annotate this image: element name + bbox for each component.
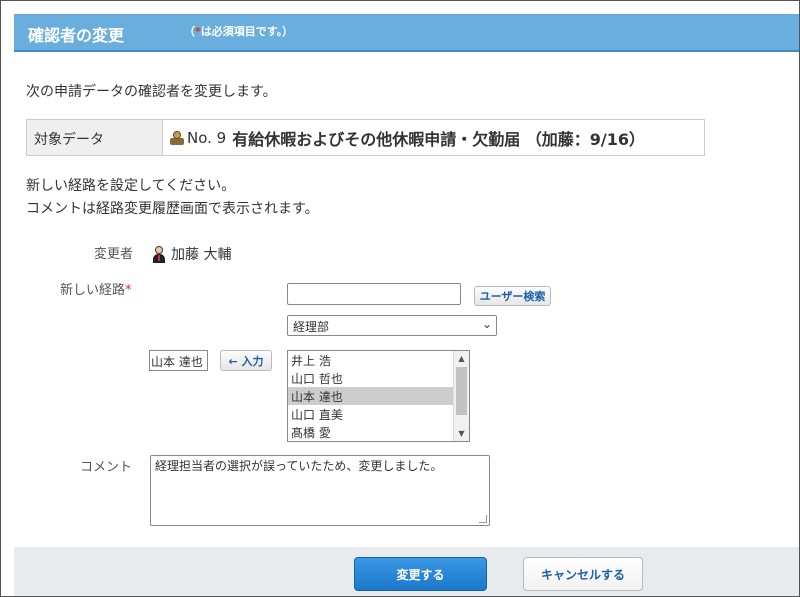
instruction-line-1: 新しい経路を設定してください。 — [26, 178, 236, 194]
cancel-button[interactable]: キャンセルする — [523, 557, 643, 591]
list-item[interactable]: 井上 浩 — [288, 351, 454, 369]
instruction-line-2: コメントは経路変更履歴画面で表示されます。 — [26, 201, 319, 217]
required-star: * — [125, 283, 132, 298]
target-data-row: 対象データ No. 9 有給休暇およびその他休暇申請・欠勤届 （加藤：9/16） — [26, 119, 705, 156]
add-approver-button[interactable]: ← 入力 — [220, 350, 272, 371]
target-title: 有給休暇およびその他休暇申請・欠勤届 （加藤：9/16） — [232, 129, 646, 149]
user-listbox[interactable]: 井上 浩 山口 哲也 山本 達也 山口 直美 髙橋 愛 ▲ ▼ — [287, 350, 470, 442]
scroll-thumb[interactable] — [456, 367, 467, 415]
target-number: No. 9 — [187, 128, 227, 147]
department-select[interactable]: 経理部 ⌄ — [287, 315, 497, 336]
comment-textarea[interactable]: 経理担当者の選択が誤っていたため、変更しました。 — [150, 455, 490, 526]
changer-name: 加藤 大輔 — [171, 247, 232, 263]
user-search-button[interactable]: ユーザー検索 — [474, 286, 551, 306]
department-selected-value: 経理部 — [293, 320, 330, 334]
chevron-down-icon: ⌄ — [481, 317, 492, 331]
resize-handle-icon[interactable] — [479, 515, 487, 523]
workflow-app-icon — [169, 130, 185, 146]
changer-label: 変更者 — [94, 247, 134, 262]
list-item-selected[interactable]: 山本 達也 — [288, 387, 454, 405]
selected-approver-field[interactable]: 山本 達也 — [149, 350, 208, 371]
list-item[interactable]: 山口 哲也 — [288, 369, 454, 387]
page-header: 確認者の変更 （*は必須項目です。） — [14, 14, 799, 52]
user-icon — [151, 245, 167, 263]
changer-user: 加藤 大輔 — [151, 244, 231, 264]
scroll-down-icon[interactable]: ▼ — [454, 426, 469, 441]
comment-label: コメント — [80, 460, 133, 475]
list-item[interactable]: 髙橋 愛 — [288, 423, 454, 441]
user-search-input[interactable] — [287, 283, 461, 305]
required-note: （*は必須項目です。） — [184, 25, 294, 38]
list-item[interactable]: 山口 直美 — [288, 405, 454, 423]
page-title: 確認者の変更 — [28, 26, 125, 45]
submit-button[interactable]: 変更する — [354, 557, 487, 591]
intro-text: 次の申請データの確認者を変更します。 — [26, 84, 277, 100]
listbox-scrollbar[interactable]: ▲ ▼ — [453, 351, 469, 441]
scroll-up-icon[interactable]: ▲ — [454, 351, 469, 366]
target-data-value: No. 9 有給休暇およびその他休暇申請・欠勤届 （加藤：9/16） — [163, 120, 704, 155]
comment-text: 経理担当者の選択が誤っていたため、変更しました。 — [155, 459, 443, 473]
instructions: 新しい経路を設定してください。 コメントは経路変更履歴画面で表示されます。 — [26, 175, 319, 221]
new-route-label: 新しい経路* — [60, 283, 132, 298]
target-data-label: 対象データ — [27, 120, 163, 155]
